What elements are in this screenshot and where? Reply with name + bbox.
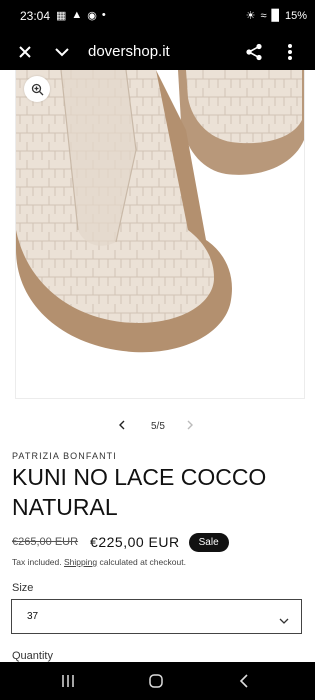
wifi-icon: ≈: [260, 9, 267, 22]
share-icon: [246, 43, 262, 61]
browser-toolbar: dovershop.it: [0, 34, 315, 70]
quantity-label: Quantity: [12, 650, 53, 662]
more-dot-icon: •: [101, 9, 106, 21]
gallery-pager: 5/5: [0, 418, 315, 436]
system-nav-bar: [0, 662, 315, 700]
back-button[interactable]: [232, 671, 256, 691]
recent-apps-button[interactable]: [56, 671, 80, 691]
price-row: €265,00 EUR €225,00 EUR Sale: [12, 532, 229, 552]
size-select[interactable]: 37: [11, 599, 302, 634]
back-icon: [239, 674, 248, 688]
status-time: 23:04: [20, 9, 51, 23]
alarm-icon: ☀: [245, 10, 256, 22]
chevron-down-icon: [279, 612, 289, 630]
gallery-notification-icon: ▦: [56, 10, 67, 22]
sale-price: €225,00 EUR: [90, 534, 180, 550]
zoom-in-icon: [31, 83, 43, 95]
boot-photo: [16, 70, 304, 353]
app-notification-icon: ◉: [87, 10, 97, 22]
tax-prefix: Tax included.: [12, 557, 62, 567]
share-button[interactable]: [240, 38, 268, 66]
url-text[interactable]: dovershop.it: [88, 43, 170, 60]
home-icon: [149, 674, 163, 688]
chevron-down-icon: [55, 48, 69, 57]
system-icons: ☀ ≈ ▉ 15%: [245, 9, 307, 23]
regular-price: €265,00 EUR: [12, 536, 79, 548]
product-image[interactable]: [15, 70, 305, 399]
previous-image-button[interactable]: [117, 418, 127, 435]
home-button[interactable]: [144, 671, 168, 691]
tax-note: Tax included. Shipping calculated at che…: [12, 557, 186, 567]
battery-level: 15%: [284, 9, 307, 22]
size-selected-value: 37: [27, 611, 39, 622]
chevron-right-icon: [187, 420, 193, 430]
notification-icons: ▦ ▲ ◉ •: [56, 9, 106, 22]
site-info-button[interactable]: [48, 38, 76, 66]
close-icon: [19, 46, 31, 58]
size-label: Size: [12, 582, 34, 594]
bolt-notification-icon: ▲: [71, 9, 83, 21]
shipping-link[interactable]: Shipping: [64, 557, 97, 567]
chevron-left-icon: [119, 420, 125, 430]
sale-badge: Sale: [188, 532, 229, 552]
recent-apps-icon: [62, 675, 74, 687]
product-title: KUNI NO LACE COCCO NATURAL: [12, 464, 267, 520]
tax-suffix: calculated at checkout.: [99, 557, 186, 567]
next-image-button[interactable]: [185, 418, 195, 435]
status-bar: 23:04 ▦ ▲ ◉ • ☀ ≈ ▉ 15%: [0, 0, 315, 34]
product-vendor: PATRIZIA BONFANTI: [12, 451, 117, 461]
menu-button[interactable]: [276, 38, 304, 66]
kebab-menu-icon: [288, 44, 292, 60]
image-counter: 5/5: [151, 421, 165, 432]
close-tab-button[interactable]: [11, 38, 39, 66]
zoom-button[interactable]: [24, 76, 50, 102]
signal-icon: ▉: [271, 10, 280, 22]
